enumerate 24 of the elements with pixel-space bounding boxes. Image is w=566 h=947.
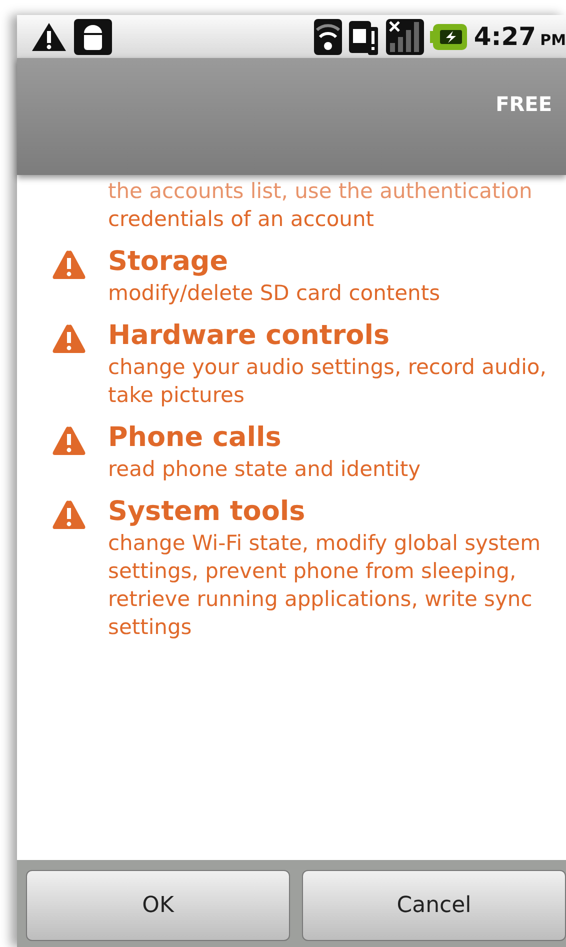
clock-time: 4:27	[474, 22, 536, 51]
permission-description: the accounts list, use the authentication	[108, 178, 534, 205]
permission-description: change Wi-Fi state, modify global system settings, prevent phone from sleeping, retrieve running applications, write sync settings	[108, 530, 542, 641]
ok-button[interactable]: OK	[26, 870, 290, 941]
cancel-button[interactable]: Cancel	[302, 870, 566, 941]
battery-charging-icon	[430, 22, 468, 50]
permission-description: read phone state and identity	[108, 456, 422, 483]
permission-title: Storage	[108, 245, 230, 279]
app-title: FREE	[496, 92, 552, 116]
warning-icon	[51, 323, 87, 355]
permission-title: Hardware controls	[108, 319, 391, 353]
permission-description: credentials of an account	[108, 206, 376, 233]
wifi-icon	[314, 18, 342, 54]
warning-icon	[30, 20, 68, 52]
permission-description: change your audio settings, record audio, take pictures	[108, 354, 548, 409]
signal-icon	[386, 18, 424, 54]
warning-icon	[51, 249, 87, 281]
permission-title: Phone calls	[108, 421, 282, 455]
clock-meridiem: PM	[540, 31, 566, 49]
permission-title: System tools	[108, 495, 306, 529]
warning-icon	[51, 425, 87, 457]
sim-card-alert-icon	[348, 18, 380, 54]
permission-description: modify/delete SD card contents	[108, 280, 442, 307]
warning-icon	[51, 499, 87, 531]
